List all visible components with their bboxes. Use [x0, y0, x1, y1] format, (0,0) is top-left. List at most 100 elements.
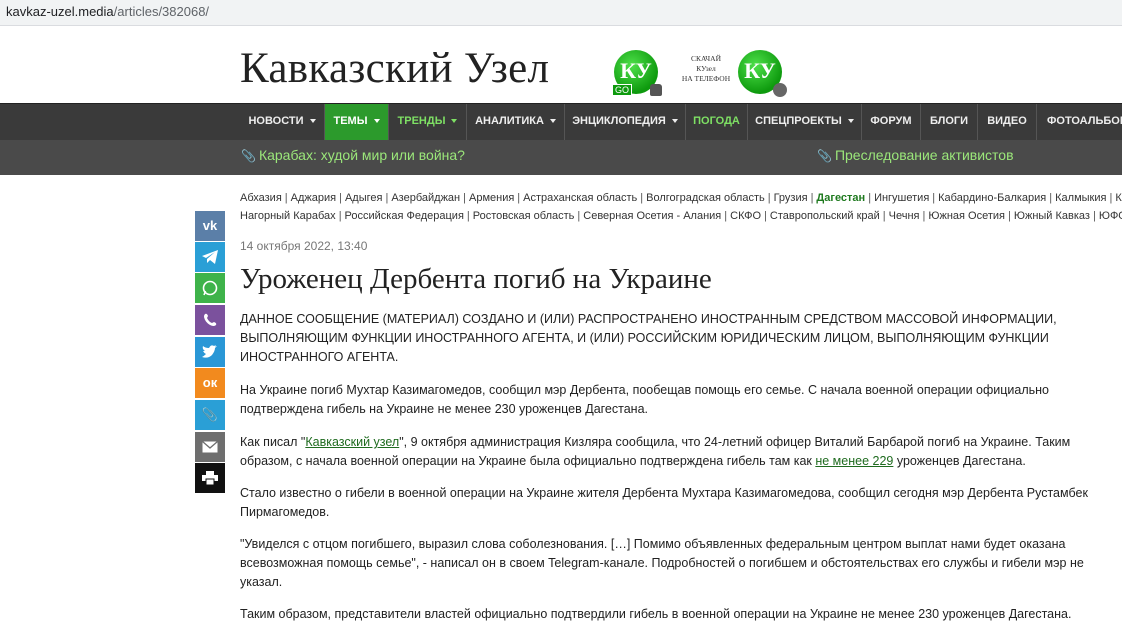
- odnoklassniki-icon: ок: [202, 375, 218, 390]
- region-separator: |: [1092, 210, 1096, 222]
- nav-encyclopedia[interactable]: ЭНЦИКЛОПЕДИЯ: [565, 104, 686, 140]
- region-link[interactable]: Ставропольский край: [770, 210, 880, 222]
- region-link[interactable]: Грузия: [774, 192, 808, 204]
- region-link[interactable]: К: [1115, 192, 1121, 204]
- region-link[interactable]: Дагестан: [816, 192, 865, 204]
- topic-link-activists-label: Преследование активистов: [834, 147, 1014, 163]
- region-link[interactable]: Кабардино-Балкария: [938, 192, 1046, 204]
- topic-link-karabakh[interactable]: 📎 Карабах: худой мир или война?: [241, 147, 465, 163]
- url-text[interactable]: kavkaz-uzel.media/articles/382068/: [6, 4, 209, 19]
- region-separator: |: [932, 192, 936, 204]
- article-paragraph-5: Таким образом, представители властей офи…: [240, 607, 1072, 621]
- share-vk-button[interactable]: vk: [195, 211, 225, 241]
- p2-text-c: уроженцев Дагестана.: [893, 454, 1026, 468]
- share-email-button[interactable]: [195, 432, 225, 462]
- nav-special-projects-label: СПЕЦПРОЕКТЫ: [755, 115, 842, 127]
- site-logo-title[interactable]: Кавказский Узел: [240, 44, 549, 93]
- app-text-line3: НА ТЕЛЕФОН: [681, 74, 731, 83]
- region-link[interactable]: Абхазия: [240, 192, 282, 204]
- share-telegram-button[interactable]: [195, 242, 225, 272]
- region-separator: |: [338, 210, 342, 222]
- google-play-icon: GO: [612, 84, 633, 96]
- nav-news-label: НОВОСТИ: [248, 115, 304, 127]
- region-links-row2: Нагорный Карабах | Российская Федерация | Ро…: [240, 209, 1122, 223]
- region-link[interactable]: Южная Осетия: [928, 210, 1005, 222]
- android-app-badge[interactable]: КУ GO: [612, 50, 662, 96]
- region-link[interactable]: Астраханская область: [523, 192, 637, 204]
- region-separator: |: [463, 192, 466, 204]
- ios-app-badge[interactable]: КУ: [738, 50, 787, 97]
- region-link[interactable]: Северная Осетия - Алания: [583, 210, 721, 222]
- whatsapp-icon: [202, 280, 218, 296]
- url-host: kavkaz-uzel.media: [6, 4, 114, 19]
- chevron-down-icon: [847, 119, 854, 124]
- app-text-line2: КУзел: [696, 64, 716, 73]
- topic-subnav: 📎 Карабах: худой мир или война? 📎 Преследо…: [0, 140, 1122, 175]
- p2-text-a: Как писал ": [240, 435, 306, 449]
- topic-link-activists[interactable]: 📎 Преследование активистов: [817, 147, 1014, 163]
- region-link[interactable]: СКФО: [730, 210, 761, 222]
- telegram-icon: [202, 250, 218, 264]
- nav-news[interactable]: НОВОСТИ: [240, 104, 325, 140]
- share-whatsapp-button[interactable]: [195, 273, 225, 303]
- region-separator: |: [466, 210, 470, 222]
- nav-special-projects[interactable]: СПЕЦПРОЕКТЫ: [748, 104, 862, 140]
- region-separator: |: [764, 210, 767, 222]
- app-text-line1: СКАЧАЙ: [691, 54, 721, 63]
- nav-video-label: ВИДЕО: [987, 115, 1027, 127]
- region-link[interactable]: Ингушетия: [874, 192, 929, 204]
- link-not-less-229[interactable]: не менее 229: [815, 454, 893, 468]
- region-link[interactable]: ЮФО: [1099, 210, 1122, 222]
- region-link[interactable]: Армения: [469, 192, 514, 204]
- email-icon: [202, 441, 218, 453]
- nav-weather[interactable]: ПОГОДА: [686, 104, 748, 140]
- nav-video[interactable]: ВИДЕО: [978, 104, 1037, 140]
- region-separator: |: [577, 210, 581, 222]
- region-link[interactable]: Аджария: [291, 192, 336, 204]
- badge-letters: КУ: [620, 58, 652, 83]
- region-link[interactable]: Российская Федерация: [345, 210, 464, 222]
- nav-analytics[interactable]: АНАЛИТИКА: [467, 104, 565, 140]
- chevron-down-icon: [373, 119, 380, 124]
- region-link[interactable]: Южный Кавказ: [1014, 210, 1090, 222]
- twitter-icon: [202, 345, 217, 358]
- paperclip-icon: 📎: [817, 149, 832, 163]
- region-separator: |: [1007, 210, 1011, 222]
- nav-blogs-label: БЛОГИ: [929, 115, 969, 127]
- nav-photo-album[interactable]: ФОТОАЛЬБОМ: [1037, 104, 1122, 140]
- share-odnoklassniki-button[interactable]: ок: [195, 368, 225, 398]
- region-separator: |: [517, 192, 521, 204]
- region-link[interactable]: Азербайджан: [391, 192, 460, 204]
- region-link[interactable]: Нагорный Карабах: [240, 210, 336, 222]
- region-separator: |: [882, 210, 886, 222]
- nav-photo-album-label: ФОТОАЛЬБОМ: [1047, 115, 1122, 127]
- nav-blogs[interactable]: БЛОГИ: [921, 104, 978, 140]
- region-separator: |: [1049, 192, 1053, 204]
- region-separator: |: [810, 192, 814, 204]
- printer-icon: [202, 471, 218, 486]
- region-link[interactable]: Чечня: [889, 210, 920, 222]
- share-viber-button[interactable]: [195, 305, 225, 335]
- topic-link-karabakh-label: Карабах: худой мир или война?: [258, 147, 465, 163]
- chevron-down-icon: [671, 119, 678, 124]
- nav-forum[interactable]: ФОРУМ: [862, 104, 921, 140]
- nav-trends[interactable]: ТРЕНДЫ: [389, 104, 467, 140]
- region-separator: |: [767, 192, 771, 204]
- region-link[interactable]: Ростовская область: [473, 210, 575, 222]
- region-link[interactable]: Волгоградская область: [646, 192, 765, 204]
- region-separator: |: [922, 210, 926, 222]
- region-link[interactable]: Адыгея: [345, 192, 383, 204]
- badge-letters-ios: КУ: [744, 58, 776, 83]
- browser-address-bar[interactable]: kavkaz-uzel.media/articles/382068/: [0, 0, 1122, 26]
- viber-icon: [204, 313, 217, 326]
- share-twitter-button[interactable]: [195, 337, 225, 367]
- apple-icon: [773, 83, 787, 97]
- paperclip-icon: 📎: [201, 407, 219, 422]
- region-link[interactable]: Калмыкия: [1055, 192, 1106, 204]
- print-button[interactable]: [195, 463, 225, 493]
- region-separator: |: [868, 192, 872, 204]
- nav-topics[interactable]: ТЕМЫ: [325, 104, 389, 140]
- foreign-agent-notice: ДАННОЕ СООБЩЕНИЕ (МАТЕРИАЛ) СОЗДАНО И (И…: [240, 312, 1057, 364]
- link-kavkaz-uzel[interactable]: Кавказский узел: [305, 435, 399, 449]
- share-copy-link-button[interactable]: 📎: [195, 400, 225, 430]
